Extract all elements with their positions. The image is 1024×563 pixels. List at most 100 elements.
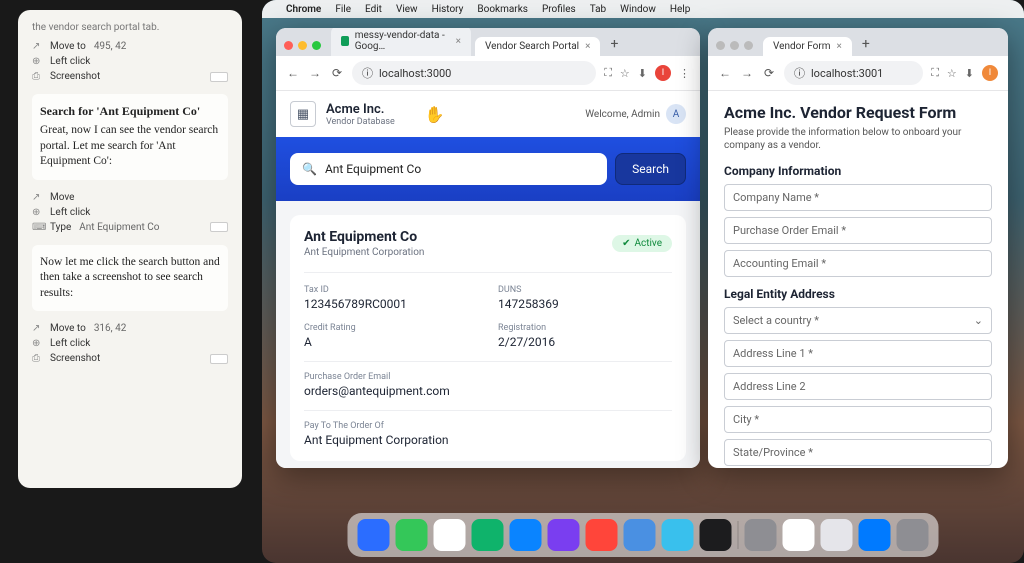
dock-app[interactable] <box>434 519 466 551</box>
dock-app[interactable] <box>745 519 777 551</box>
profile-avatar[interactable]: I <box>655 65 671 81</box>
zoom-icon[interactable] <box>312 41 321 50</box>
portal-header: ▦ Acme Inc. Vendor Database ✋ Welcome, A… <box>276 91 700 137</box>
profile-avatar[interactable]: I <box>982 65 998 81</box>
portal-subtitle: Vendor Database <box>326 117 395 127</box>
translate-icon[interactable]: ⛶ <box>931 66 939 80</box>
close-icon[interactable] <box>284 41 293 50</box>
kebab-menu-icon[interactable]: ⋮ <box>679 67 690 80</box>
country-select[interactable]: Select a country * <box>724 307 992 334</box>
agent-step: ⊕Left click <box>32 205 228 220</box>
menubar-item[interactable]: Bookmarks <box>477 4 528 15</box>
reload-button[interactable]: ⟳ <box>762 66 776 80</box>
dock-app[interactable] <box>548 519 580 551</box>
new-tab-button[interactable]: + <box>856 36 876 56</box>
dock-app[interactable] <box>821 519 853 551</box>
close-tab-icon[interactable]: × <box>456 36 461 47</box>
close-tab-icon[interactable]: × <box>585 41 590 52</box>
tab-vendor-form[interactable]: Vendor Form× <box>763 37 852 56</box>
move-icon: ↗ <box>32 41 44 52</box>
window-controls[interactable] <box>716 41 753 50</box>
accounting-email-field[interactable]: Accounting Email * <box>724 250 992 277</box>
agent-panel: the vendor search portal tab. ↗Move to 4… <box>18 10 242 488</box>
menubar-item[interactable]: File <box>335 4 351 15</box>
bookmark-icon[interactable]: ☆ <box>620 67 630 80</box>
menubar-item[interactable]: Edit <box>365 4 382 15</box>
agent-step: ⌨Type Ant Equipment Co <box>32 220 228 235</box>
window-controls[interactable] <box>284 41 321 50</box>
city-field[interactable]: City * <box>724 406 992 433</box>
dock-app[interactable] <box>510 519 542 551</box>
search-input[interactable]: 🔍Ant Equipment Co <box>290 153 607 185</box>
user-avatar[interactable]: A <box>666 104 686 124</box>
dock-app[interactable] <box>700 519 732 551</box>
forward-button[interactable]: → <box>308 66 322 80</box>
menubar-app[interactable]: Chrome <box>286 4 321 15</box>
thumbnail-icon <box>210 354 228 364</box>
dock-app[interactable] <box>859 519 891 551</box>
search-button[interactable]: Search <box>615 153 686 185</box>
field-tax-id: Tax ID123456789RC0001 <box>304 285 478 311</box>
agent-thought-body: Great, now I can see the vendor search p… <box>40 123 220 170</box>
user-greeting: Welcome, AdminA <box>585 104 686 124</box>
company-logo-icon: ▦ <box>290 101 316 127</box>
po-email-field[interactable]: Purchase Order Email * <box>724 217 992 244</box>
address2-field[interactable]: Address Line 2 <box>724 373 992 400</box>
tab-sheets[interactable]: messy-vendor-data - Goog…× <box>331 28 471 56</box>
search-bar: 🔍Ant Equipment Co Search <box>276 137 700 201</box>
tab-vendor-portal[interactable]: Vendor Search Portal× <box>475 37 600 56</box>
site-info-icon[interactable]: ⓘ <box>362 65 373 81</box>
dock-app[interactable] <box>396 519 428 551</box>
dock-app[interactable] <box>358 519 390 551</box>
menubar-item[interactable]: View <box>396 4 418 15</box>
menubar-item[interactable]: History <box>432 4 464 15</box>
menubar-item[interactable]: Help <box>670 4 690 15</box>
move-icon: ↗ <box>32 192 44 203</box>
vendor-name: Ant Equipment Co <box>304 229 424 245</box>
field-credit-rating: Credit RatingA <box>304 323 478 349</box>
screenshot-icon: ⎙ <box>32 71 44 82</box>
menubar-item[interactable]: Window <box>620 4 656 15</box>
bookmark-icon[interactable]: ☆ <box>947 67 957 80</box>
zoom-icon[interactable] <box>744 41 753 50</box>
forward-button[interactable]: → <box>740 66 754 80</box>
address-bar: ← → ⟳ ⓘlocalhost:3001 ⛶ ☆ ⬇ I <box>708 56 1008 91</box>
dock-app[interactable] <box>472 519 504 551</box>
url-field[interactable]: ⓘlocalhost:3000 <box>352 61 596 85</box>
move-icon: ↗ <box>32 323 44 334</box>
section-legal-address: Legal Entity Address <box>724 287 992 301</box>
reload-button[interactable]: ⟳ <box>330 66 344 80</box>
download-icon[interactable]: ⬇ <box>638 67 647 80</box>
dock-app[interactable] <box>897 519 929 551</box>
minimize-icon[interactable] <box>298 41 307 50</box>
new-tab-button[interactable]: + <box>604 36 624 56</box>
field-payee: Pay To The Order OfAnt Equipment Corpora… <box>304 410 672 447</box>
agent-thought-body: Now let me click the search button and t… <box>40 255 220 302</box>
close-icon[interactable] <box>716 41 725 50</box>
agent-step: ↗Move <box>32 190 228 205</box>
mac-menubar[interactable]: Chrome File Edit View History Bookmarks … <box>262 0 1024 18</box>
mac-dock[interactable] <box>348 513 939 557</box>
dock-app[interactable] <box>624 519 656 551</box>
company-name-field[interactable]: Company Name * <box>724 184 992 211</box>
dock-app[interactable] <box>586 519 618 551</box>
close-tab-icon[interactable]: × <box>836 41 841 52</box>
back-button[interactable]: ← <box>286 66 300 80</box>
agent-step: ↗Move to 495, 42 <box>32 39 228 54</box>
dock-app[interactable] <box>783 519 815 551</box>
back-button[interactable]: ← <box>718 66 732 80</box>
site-info-icon[interactable]: ⓘ <box>794 65 805 81</box>
field-po-email: Purchase Order Emailorders@antequipment.… <box>304 361 672 398</box>
download-icon[interactable]: ⬇ <box>965 67 974 80</box>
dock-app[interactable] <box>662 519 694 551</box>
tab-strip: messy-vendor-data - Goog…× Vendor Search… <box>276 28 700 56</box>
translate-icon[interactable]: ⛶ <box>604 66 612 80</box>
address1-field[interactable]: Address Line 1 * <box>724 340 992 367</box>
state-field[interactable]: State/Province * <box>724 439 992 466</box>
browser-window-vendor-form: Vendor Form× + ← → ⟳ ⓘlocalhost:3001 ⛶ ☆… <box>708 28 1008 468</box>
url-field[interactable]: ⓘlocalhost:3001 <box>784 61 923 85</box>
menubar-item[interactable]: Profiles <box>542 4 576 15</box>
minimize-icon[interactable] <box>730 41 739 50</box>
menubar-item[interactable]: Tab <box>590 4 606 15</box>
agent-step: ⊕Left click <box>32 54 228 69</box>
